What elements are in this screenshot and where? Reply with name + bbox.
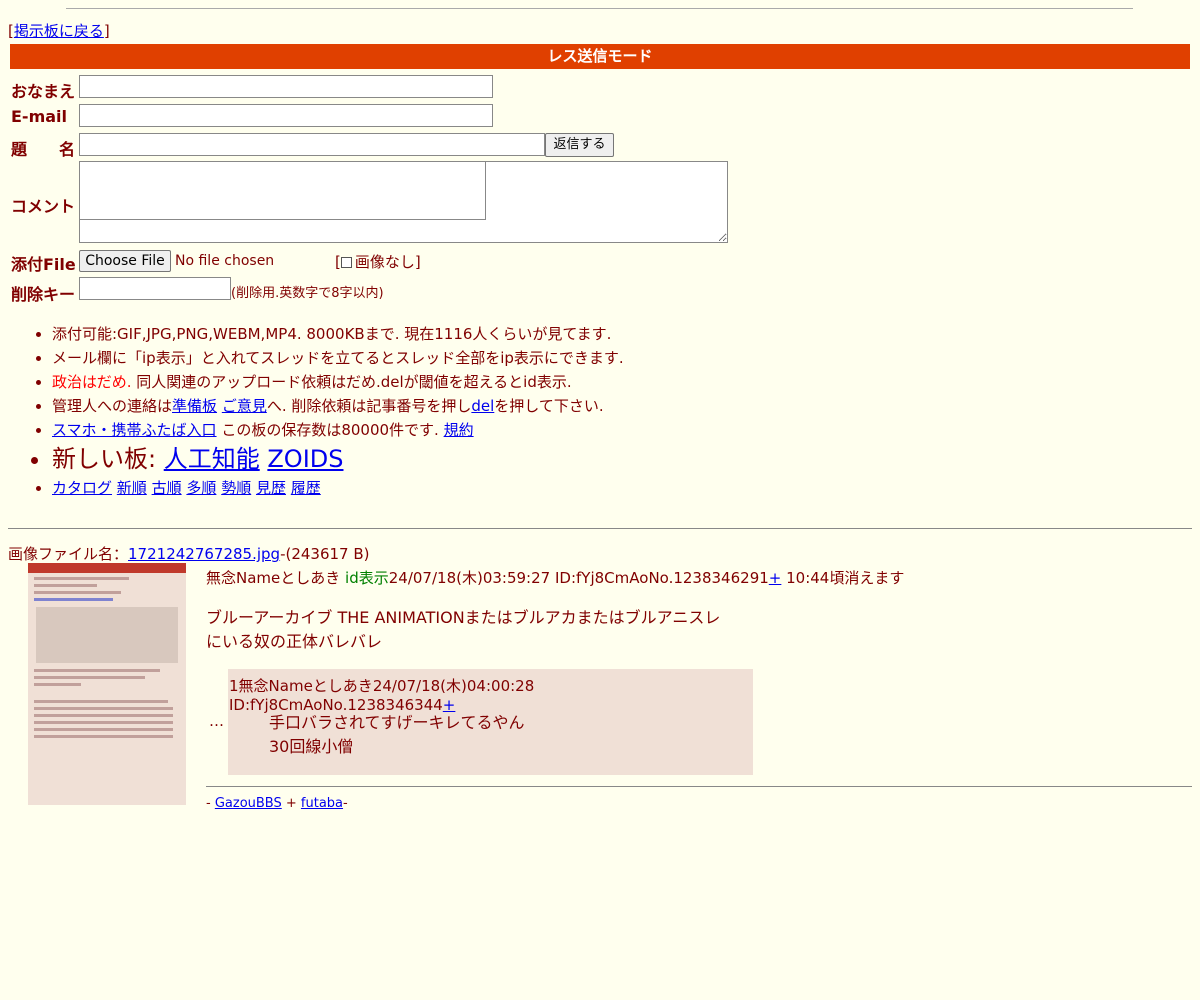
rule-contact-post: を押して下さい. xyxy=(494,397,604,415)
op-id: ID:fYj8CmAo xyxy=(554,569,649,587)
rule-ip-display: メール欄に「ip表示」と入れてスレッドを立てるとスレッド全部をip表示にできます… xyxy=(52,346,624,370)
reply-line2: 30回線小僧 xyxy=(269,737,354,756)
board-rules-list: 添付可能:GIF,JPG,PNG,WEBM,MP4. 8000KBまで. 現在1… xyxy=(26,322,624,500)
sort-replies-link[interactable]: 多順 xyxy=(186,479,216,497)
op-text-line2: にいる奴の正体バレバレ xyxy=(206,632,383,651)
file-size: -(243617 B) xyxy=(280,545,370,563)
submit-reply-button[interactable]: 返信する xyxy=(545,133,614,157)
mobile-entrance-link[interactable]: スマホ・携帯ふたば入口 xyxy=(52,421,217,439)
back-nav: [掲示板に戻る] xyxy=(8,20,110,41)
subject-label: 題 名 xyxy=(11,140,76,159)
file-status: No file chosen xyxy=(175,253,275,269)
rule-politics-red: 政治はだめ. xyxy=(52,373,132,391)
op-header: 無念Nameとしあき id表示24/07/18(木)03:59:27 ID:fY… xyxy=(206,567,904,588)
zoids-board-link[interactable]: ZOIDS xyxy=(267,445,343,473)
terms-link[interactable]: 規約 xyxy=(444,421,474,439)
post-history-link[interactable]: 履歴 xyxy=(291,479,321,497)
comment-label: コメント xyxy=(11,197,76,216)
reply-name: 無念Nameとしあき xyxy=(238,677,373,695)
no-image-bracket-close: ] xyxy=(414,253,421,271)
view-links: カタログ 新順 古順 多順 勢順 見歴 履歴 xyxy=(52,476,624,500)
reply-number: 1 xyxy=(229,677,239,695)
rule-contact-mid: へ. 削除依頼は記事番号を押し xyxy=(266,397,472,415)
file-info: 画像ファイル名：1721242767285.jpg-(243617 B) xyxy=(8,543,370,564)
reply-ellipsis: … xyxy=(209,712,224,730)
sort-old-link[interactable]: 古順 xyxy=(152,479,182,497)
del-link[interactable]: del xyxy=(471,397,494,415)
futaba-link[interactable]: futaba xyxy=(301,796,343,811)
reply-date: 24/07/18(木)04:00:28 xyxy=(372,677,535,695)
ai-board-link[interactable]: 人工知能 xyxy=(164,445,260,473)
file-label: 添付File xyxy=(11,255,76,274)
no-image-option: [画像なし] xyxy=(335,251,421,272)
sort-new-link[interactable]: 新順 xyxy=(117,479,147,497)
delete-key-hint: (削除用.英数字で8字以内) xyxy=(231,286,384,301)
rule-contact-pre: 管理人への連絡は xyxy=(52,397,173,415)
op-plus-link[interactable]: + xyxy=(769,569,782,587)
bracket-close: ] xyxy=(103,22,110,40)
footer-pre: - xyxy=(206,796,215,811)
name-input[interactable] xyxy=(79,75,493,98)
file-name-link[interactable]: 1721242767285.jpg xyxy=(128,545,280,563)
prep-board-link[interactable]: 準備板 xyxy=(172,397,217,415)
subject-input[interactable] xyxy=(79,133,545,156)
choose-file-button[interactable]: Choose File xyxy=(79,250,171,272)
op-number[interactable]: No.1238346291 xyxy=(648,569,768,587)
sort-momentum-link[interactable]: 勢順 xyxy=(221,479,251,497)
viewed-history-link[interactable]: 見歴 xyxy=(256,479,286,497)
op-name: 無念Nameとしあき xyxy=(206,569,341,587)
footer-divider xyxy=(206,786,1192,787)
op-body: ブルーアーカイブ THE ANIMATIONまたはブルアカまたはブルアニスレ に… xyxy=(206,606,720,654)
rule-politics-rest: 同人関連のアップロード依頼はだめ.delが閾値を超えるとid表示. xyxy=(131,373,572,391)
reply-body: 手口バラされてすげーキレてるやん 30回線小僧 xyxy=(269,711,525,759)
reply-mode-banner: レス送信モード xyxy=(10,44,1190,69)
footer-post: - xyxy=(343,796,348,811)
file-info-label: 画像ファイル名： xyxy=(8,545,129,563)
reply-line1: 手口バラされてすげーキレてるやん xyxy=(269,713,525,732)
name-label: おなまえ xyxy=(11,82,76,101)
footer-sep: + xyxy=(281,796,301,811)
thread-image-thumbnail[interactable] xyxy=(28,563,186,805)
catalog-link[interactable]: カタログ xyxy=(52,479,112,497)
email-input[interactable] xyxy=(79,104,493,127)
delete-key-input[interactable] xyxy=(79,277,231,300)
reply-post: 1無念Nameとしあき24/07/18(木)04:00:28 ID:fYj8Cm… xyxy=(228,669,753,775)
rule-politics: 政治はだめ. 同人関連のアップロード依頼はだめ.delが閾値を超えるとid表示. xyxy=(52,370,624,394)
new-boards: 新しい板: 人工知能 ZOIDS xyxy=(52,442,624,476)
footer-credits: - GazouBBS + futaba- xyxy=(206,796,348,811)
email-label: E-mail xyxy=(11,107,68,126)
op-id-display: id表示 xyxy=(345,569,389,587)
back-to-board-link[interactable]: 掲示板に戻る xyxy=(14,22,104,40)
op-expire: 10:44頃消えます xyxy=(781,569,905,587)
feedback-link[interactable]: ご意見 xyxy=(222,397,267,415)
rule-mobile-mid: この板の保存数は80000件です. xyxy=(216,421,444,439)
rule-mobile: スマホ・携帯ふたば入口 この板の保存数は80000件です. 規約 xyxy=(52,418,624,442)
gazoubbs-link[interactable]: GazouBBS xyxy=(215,796,282,811)
thread-divider xyxy=(8,528,1192,529)
rule-attachments: 添付可能:GIF,JPG,PNG,WEBM,MP4. 8000KBまで. 現在1… xyxy=(52,322,624,346)
no-image-label: 画像なし xyxy=(354,253,415,271)
delete-key-label: 削除キー xyxy=(11,285,76,304)
rule-contact: 管理人への連絡は準備板 ご意見へ. 削除依頼は記事番号を押しdelを押して下さい… xyxy=(52,394,624,418)
top-divider xyxy=(66,8,1133,9)
comment-textarea[interactable] xyxy=(79,161,728,243)
new-boards-label: 新しい板: xyxy=(52,445,164,473)
reply-header: 1無念Nameとしあき24/07/18(木)04:00:28 ID:fYj8Cm… xyxy=(229,675,753,714)
no-image-checkbox[interactable] xyxy=(340,257,352,268)
op-text-line1: ブルーアーカイブ THE ANIMATIONまたはブルアカまたはブルアニスレ xyxy=(206,608,721,627)
op-date: 24/07/18(木)03:59:27 xyxy=(388,569,551,587)
